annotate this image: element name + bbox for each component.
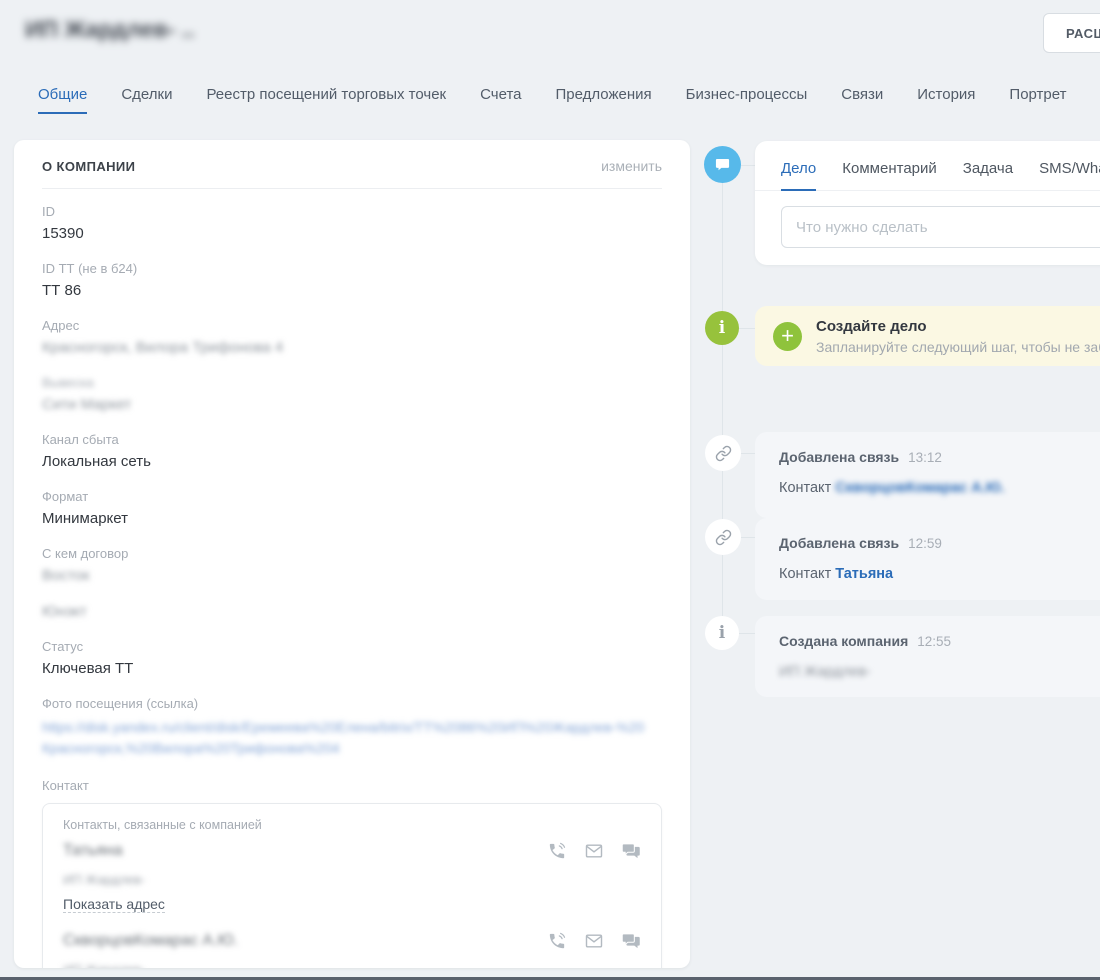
tab-istoriya[interactable]: История: [917, 86, 975, 114]
company-card-title: О КОМПАНИИ: [42, 159, 135, 174]
entry-title: Создана компания: [779, 633, 908, 649]
field-link-value[interactable]: https://disk.yandex.ru/client/disk/Ереме…: [42, 717, 650, 759]
entry-body: Контакт СкворцовКомарас А.Ю.: [779, 480, 1100, 496]
contact-company: ИП Жардлев-: [63, 962, 641, 968]
info-icon: i: [705, 311, 739, 345]
phone-icon[interactable]: [547, 931, 567, 951]
tab-scheta[interactable]: Счета: [480, 86, 521, 114]
field-label: С кем договор: [42, 546, 662, 561]
chat-icon[interactable]: [621, 841, 641, 861]
related-contacts-label: Контакты, связанные с компанией: [63, 818, 641, 832]
tab-svyazi[interactable]: Связи: [841, 86, 883, 114]
field-kanal-sbyta: Канал сбыта Локальная сеть: [42, 432, 662, 470]
composer-tab-kommentarij[interactable]: Комментарий: [842, 160, 936, 191]
show-address-link[interactable]: Показать адрес: [63, 896, 165, 913]
field-value: ТТ 86: [42, 282, 662, 299]
company-info-card: О КОМПАНИИ изменить ID 15390 ID ТТ (не в б…: [14, 140, 690, 968]
tab-obshchie[interactable]: Общие: [38, 86, 87, 114]
contact-row: Татьяна ИП Жардлев- Показать адрес: [63, 841, 641, 914]
entry-title: Добавлена связь: [779, 449, 899, 465]
field-value: Восток: [42, 567, 662, 584]
edit-link[interactable]: изменить: [601, 158, 662, 174]
field-label: Статус: [42, 639, 662, 654]
composer-tab-delo[interactable]: Дело: [781, 160, 816, 191]
composer-tab-sms-whatsapp[interactable]: SMS/WhatsApp: [1039, 160, 1100, 191]
banner-subtitle: Запланируйте следующий шаг, чтобы не заб…: [816, 339, 1100, 355]
company-fields: ID 15390 ID ТТ (не в б24) ТТ 86 Адрес Красног…: [42, 189, 662, 759]
chat-bubble-icon: [704, 146, 741, 183]
entry-time: 12:59: [908, 536, 942, 551]
field-format: Формат Минимаркет: [42, 489, 662, 527]
field-label: Фото посещения (ссылка): [42, 696, 662, 711]
field-value: Сити Маркет: [42, 396, 662, 413]
field-value: 15390: [42, 225, 662, 242]
tab-predlozheniya[interactable]: Предложения: [556, 86, 652, 114]
entry-title: Добавлена связь: [779, 535, 899, 551]
link-icon: [705, 519, 741, 555]
field-dogovor-2: Юнэкт: [42, 603, 662, 620]
entry-link[interactable]: СкворцовКомарас А.Ю.: [835, 480, 1004, 496]
entry-link: ИП Жардлев-: [779, 664, 871, 680]
timeline-entry: Добавлена связь 13:12 Контакт СкворцовКома…: [755, 432, 1100, 518]
banner-text: Создайте дело Запланируйте следующий шаг…: [816, 318, 1100, 355]
field-adres: Адрес Красногорск, Вилора Трифонова 4: [42, 318, 662, 356]
field-value: Ключевая ТТ: [42, 660, 662, 677]
timeline-line: [722, 170, 723, 633]
entry-body: Контакт Татьяна: [779, 566, 1100, 582]
field-value: Юнэкт: [42, 603, 662, 620]
contact-company: ИП Жардлев-: [63, 872, 641, 887]
entry-link[interactable]: Татьяна: [835, 566, 893, 582]
page-title: ИП Жардлев- ..: [25, 16, 194, 43]
company-card-header: О КОМПАНИИ изменить: [42, 140, 662, 189]
timeline-entry: Добавлена связь 12:59 Контакт Татьяна: [755, 518, 1100, 600]
related-contacts-card: Контакты, связанные с компанией Татьяна И…: [42, 803, 662, 968]
link-icon: [705, 435, 741, 471]
contact-name[interactable]: СкворцовКомарас А.Ю.: [63, 932, 238, 950]
timeline-entry: Создана компания 12:55 ИП Жардлев-: [755, 616, 1100, 697]
field-label: Адрес: [42, 318, 662, 333]
field-value: Локальная сеть: [42, 453, 662, 470]
field-id-tt: ID ТТ (не в б24) ТТ 86: [42, 261, 662, 299]
tab-bar: Общие Сделки Реестр посещений торговых точ…: [38, 86, 1067, 114]
tab-biznes-processy[interactable]: Бизнес-процессы: [686, 86, 808, 114]
field-s-kem-dogovor: С кем договор Восток: [42, 546, 662, 584]
field-label: ID ТТ (не в б24): [42, 261, 662, 276]
field-vyveska: Вывеска Сити Маркет: [42, 375, 662, 413]
contact-name[interactable]: Татьяна: [63, 842, 123, 860]
field-id: ID 15390: [42, 204, 662, 242]
info-icon: i: [705, 616, 739, 650]
field-foto-poseshcheniya: Фото посещения (ссылка) https://disk.yand…: [42, 696, 662, 759]
plus-icon: +: [773, 322, 802, 351]
banner-title: Создайте дело: [816, 318, 1100, 335]
tab-reestr-poseshchenij[interactable]: Реестр посещений торговых точек: [206, 86, 446, 114]
entry-time: 12:55: [917, 634, 951, 649]
field-value: Минимаркет: [42, 510, 662, 527]
field-label: ID: [42, 204, 662, 219]
mail-icon[interactable]: [584, 931, 604, 951]
field-label: Канал сбыта: [42, 432, 662, 447]
field-label: Вывеска: [42, 375, 662, 390]
contact-field-label: Контакт: [42, 778, 662, 793]
entry-time: 13:12: [908, 450, 942, 465]
expand-mode-button[interactable]: РАСШИРЕННЫЙ: [1043, 13, 1100, 53]
entry-body: ИП Жардлев-: [779, 664, 1100, 680]
composer-tab-bar: Дело Комментарий Задача SMS/WhatsApp: [755, 141, 1100, 191]
create-activity-banner[interactable]: + Создайте дело Запланируйте следующий ш…: [755, 306, 1100, 366]
timeline-composer-card: Дело Комментарий Задача SMS/WhatsApp: [755, 141, 1100, 265]
todo-input[interactable]: [781, 206, 1100, 248]
composer-tab-zadacha[interactable]: Задача: [963, 160, 1013, 191]
chat-icon[interactable]: [621, 931, 641, 951]
tab-sdelki[interactable]: Сделки: [121, 86, 172, 114]
field-status: Статус Ключевая ТТ: [42, 639, 662, 677]
phone-icon[interactable]: [547, 841, 567, 861]
tab-portret[interactable]: Портрет: [1009, 86, 1066, 114]
field-label: Формат: [42, 489, 662, 504]
mail-icon[interactable]: [584, 841, 604, 861]
field-value: Красногорск, Вилора Трифонова 4: [42, 339, 662, 356]
contact-row: СкворцовКомарас А.Ю.ИП Жардлев-Показать …: [63, 931, 641, 968]
